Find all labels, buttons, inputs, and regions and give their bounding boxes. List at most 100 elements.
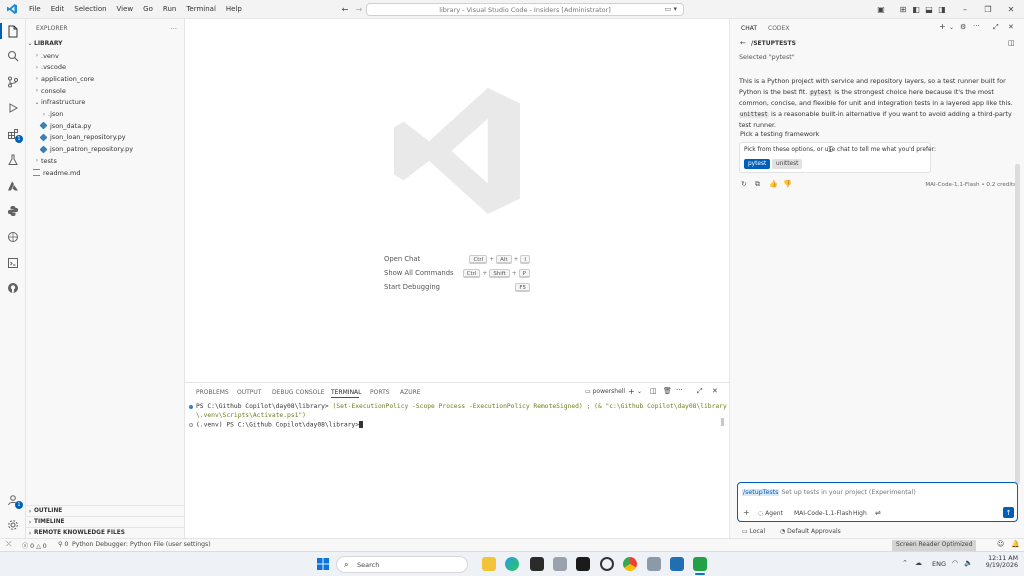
volume-icon[interactable]: 🔈 <box>964 559 973 567</box>
shortcut-open-chat[interactable]: Open Chat Ctrl + Alt + I <box>384 255 530 269</box>
vscode-insiders-taskbar-icon[interactable] <box>693 557 707 571</box>
tab-azure[interactable]: AZURE <box>400 389 421 396</box>
manage-gear-icon[interactable] <box>5 517 21 533</box>
azure-icon[interactable] <box>5 178 21 194</box>
run-debug-icon[interactable] <box>5 100 21 116</box>
tree-item[interactable]: json_patron_repository.py <box>26 144 185 155</box>
copilot-agent-icon[interactable] <box>5 229 21 245</box>
command-center[interactable]: library - Visual Studio Code - Insiders … <box>366 3 684 16</box>
wifi-icon[interactable]: ◠ <box>952 559 958 567</box>
new-terminal-plus-icon[interactable]: + <box>628 387 635 396</box>
remote-indicator-icon[interactable]: ⤫ <box>6 540 12 549</box>
screen-reader-status[interactable]: Screen Reader Optimized <box>892 540 977 551</box>
github-icon[interactable] <box>5 280 21 296</box>
python-icon[interactable] <box>5 203 21 219</box>
clock[interactable]: 12:11 AM 9/19/2026 <box>982 555 1018 569</box>
extensions-icon[interactable]: 1 <box>5 126 23 143</box>
chevron-down-icon[interactable]: ⌄ <box>949 24 954 31</box>
file-explorer-icon[interactable] <box>482 557 496 571</box>
maximize-icon[interactable]: ❐ <box>983 4 993 14</box>
approvals-picker[interactable]: ◔ Default Approvals <box>780 528 841 535</box>
thumbs-up-icon[interactable]: 👍 <box>769 180 778 188</box>
explorer-more-icon[interactable]: ··· <box>171 25 177 33</box>
split-terminal-icon[interactable]: ◫ <box>650 387 657 395</box>
tab-problems[interactable]: PROBLEMS <box>196 389 229 396</box>
option-pytest-button[interactable]: pytest <box>744 159 771 169</box>
tree-item[interactable]: json_loan_repository.py <box>26 132 185 143</box>
back-arrow-icon[interactable]: ← <box>740 39 746 47</box>
search-icon[interactable] <box>5 48 21 64</box>
tree-item[interactable]: › .venv <box>26 50 185 61</box>
shortcut-show-all-commands[interactable]: Show All Commands Ctrl + Shift + P <box>384 269 530 283</box>
chevron-up-icon[interactable]: ⌃ <box>902 559 908 567</box>
tab-debug-console[interactable]: DEBUG CONSOLE <box>272 389 325 396</box>
model-picker[interactable]: MAI-Code-1.1-Flash <box>794 510 852 517</box>
menu-selection[interactable]: Selection <box>69 5 111 13</box>
tree-item[interactable]: readme.md <box>26 167 185 178</box>
tree-item[interactable]: › .vscode <box>26 62 185 73</box>
copy-icon[interactable]: ⧉ <box>755 180 760 189</box>
retry-icon[interactable]: ↻ <box>741 180 747 188</box>
copilot-status-icon[interactable]: ▣ <box>876 4 886 14</box>
testing-flask-icon[interactable] <box>5 152 21 168</box>
session-location-picker[interactable]: ▭ Local <box>742 528 765 535</box>
tree-item[interactable]: › .json <box>26 109 185 120</box>
menu-go[interactable]: Go <box>138 5 158 13</box>
chat-toggle-icon[interactable]: ▭ ▾ <box>665 5 677 13</box>
notepad-icon[interactable] <box>647 557 661 571</box>
agent-mode-picker[interactable]: ◌ Agent <box>758 510 783 517</box>
toggle-sidebar-icon[interactable]: ◧ <box>911 4 921 14</box>
more-actions-icon[interactable]: ··· <box>676 386 683 394</box>
new-chat-plus-icon[interactable]: + <box>939 22 946 31</box>
close-chat-icon[interactable]: ✕ <box>1008 23 1014 31</box>
tab-terminal[interactable]: TERMINAL <box>331 389 362 396</box>
tab-codex[interactable]: CODEX <box>768 25 789 32</box>
reasoning-effort-picker[interactable]: High <box>853 510 867 517</box>
chatgpt-icon[interactable] <box>600 557 614 571</box>
chevron-down-icon[interactable]: ⌄ <box>637 388 642 395</box>
command-prompt-icon[interactable] <box>576 557 590 571</box>
tab-chat[interactable]: CHAT <box>741 25 757 32</box>
layout-customize-icon[interactable]: ⊞ <box>898 4 908 14</box>
notifications-bell-icon[interactable]: 🔔 <box>1011 540 1020 548</box>
source-control-icon[interactable] <box>5 74 21 90</box>
onedrive-icon[interactable]: ☁ <box>915 559 922 567</box>
tree-item[interactable]: json_data.py <box>26 120 185 131</box>
chat-input-box[interactable]: /setupTests Set up tests in your project… <box>737 482 1018 522</box>
forward-arrow-icon[interactable]: → <box>354 4 364 14</box>
close-window-icon[interactable]: ✕ <box>1006 4 1016 14</box>
problems-status[interactable]: ⓧ 0 △ 0 <box>22 541 47 550</box>
explorer-root-folder[interactable]: ⌄ LIBRARY <box>26 38 185 49</box>
ports-status[interactable]: ⚲ 0 <box>58 541 68 548</box>
tree-item[interactable]: › console <box>26 85 185 96</box>
tree-item[interactable]: › application_core <box>26 73 185 84</box>
back-arrow-icon[interactable]: ← <box>340 4 350 14</box>
send-arrow-icon[interactable]: ↑ <box>1003 507 1014 518</box>
chrome-icon[interactable] <box>623 557 637 571</box>
menu-edit[interactable]: Edit <box>46 5 70 13</box>
app-icon[interactable] <box>670 557 684 571</box>
accounts-icon[interactable]: 1 <box>5 492 23 509</box>
app-icon[interactable] <box>553 557 567 571</box>
explorer-icon[interactable] <box>5 23 21 39</box>
chat-input-text[interactable]: /setupTests Set up tests in your project… <box>742 489 916 496</box>
toggle-secondary-sidebar-icon[interactable]: ◨ <box>937 4 947 14</box>
minimize-icon[interactable]: – <box>960 4 970 14</box>
trash-icon[interactable]: 🗑 <box>663 387 672 395</box>
more-actions-icon[interactable]: ··· <box>973 22 980 30</box>
thumbs-down-icon[interactable]: 👎 <box>783 180 792 188</box>
maximize-panel-icon[interactable]: ⤢ <box>697 387 703 396</box>
toggle-panel-icon[interactable]: ⬓ <box>924 4 934 14</box>
tree-item[interactable]: ⌄ infrastructure <box>26 97 185 108</box>
menu-run[interactable]: Run <box>158 5 181 13</box>
remote-knowledge-section[interactable]: › REMOTE KNOWLEDGE FILES <box>26 527 185 538</box>
taskbar-search-box[interactable]: ⌕ Search <box>336 556 468 573</box>
tab-ports[interactable]: PORTS <box>370 389 390 396</box>
option-unittest-button[interactable]: unittest <box>772 159 803 169</box>
tab-output[interactable]: OUTPUT <box>237 389 261 396</box>
windows-start-icon[interactable] <box>317 558 329 572</box>
close-panel-icon[interactable]: ✕ <box>712 387 718 395</box>
menu-terminal[interactable]: Terminal <box>181 5 221 13</box>
python-debugger-status[interactable]: Python Debugger: Python File (user setti… <box>72 541 211 548</box>
outline-section[interactable]: › OUTLINE <box>26 505 185 516</box>
